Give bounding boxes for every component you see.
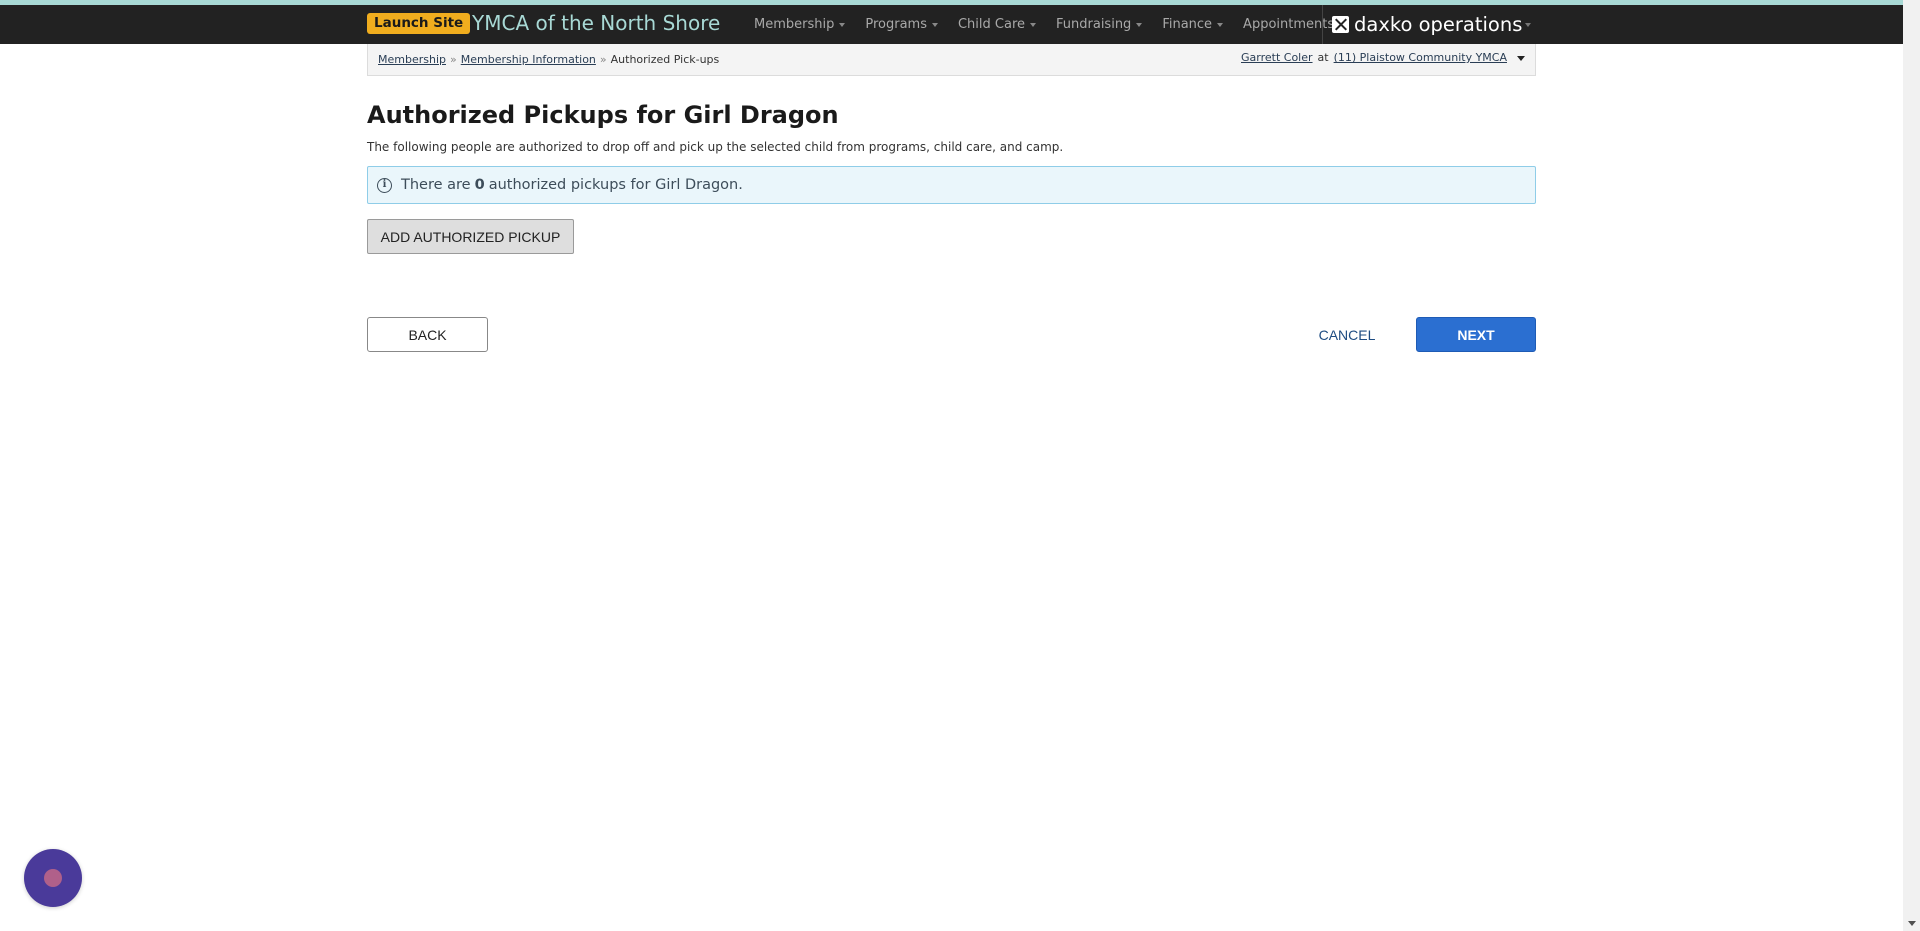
nav-item-programs[interactable]: Programs <box>865 5 938 44</box>
nav-item-label: Finance <box>1162 17 1213 32</box>
breadcrumb-membership-information[interactable]: Membership Information <box>461 53 596 66</box>
org-name[interactable]: YMCA of the North Shore <box>472 10 720 36</box>
daxko-brand-menu[interactable]: daxko operations <box>1322 5 1535 44</box>
nav-item-child-care[interactable]: Child Care <box>957 5 1037 44</box>
top-navbar: Launch Site YMCA of the North Shore Memb… <box>0 5 1903 44</box>
chevron-down-icon <box>1030 23 1037 27</box>
breadcrumb-bar: Membership» Membership Information» Author… <box>367 44 1536 76</box>
brand-label: daxko operations <box>1354 13 1523 36</box>
breadcrumb-separator: » <box>450 53 457 66</box>
nav-item-label: Child Care <box>957 17 1026 32</box>
nav-item-label: Appointments <box>1243 17 1335 32</box>
breadcrumb-separator: » <box>599 53 607 66</box>
breadcrumb: Membership» Membership Information» Author… <box>378 53 719 66</box>
scroll-down-arrow-icon[interactable] <box>1908 921 1916 926</box>
page-description: The following people are authorized to d… <box>367 140 1064 154</box>
chat-widget-button[interactable] <box>24 849 82 907</box>
info-suffix: authorized pickups for Girl Dragon. <box>488 177 743 193</box>
location-link[interactable]: (11) Plaistow Community YMCA <box>1334 51 1507 64</box>
info-alert: i There are 0 authorized pickups for Gir… <box>367 166 1536 204</box>
nav-item-membership[interactable]: Membership <box>754 5 846 44</box>
breadcrumb-membership[interactable]: Membership <box>378 53 446 66</box>
chevron-down-icon <box>1217 23 1224 27</box>
nav-item-label: Fundraising <box>1056 17 1132 32</box>
chevron-down-icon <box>931 23 938 27</box>
breadcrumb-current: Authorized Pick-ups <box>610 53 720 66</box>
user-link[interactable]: Garrett Coler <box>1241 51 1313 64</box>
daxko-logo-icon <box>1332 16 1349 33</box>
info-icon: i <box>377 177 392 193</box>
navbar-inner: Launch Site YMCA of the North Shore Memb… <box>367 5 1535 44</box>
chevron-down-icon <box>839 23 846 27</box>
page-title: Authorized Pickups for Girl Dragon <box>367 101 839 129</box>
chevron-down-icon <box>1136 23 1143 27</box>
location-dropdown-icon[interactable] <box>1517 55 1525 61</box>
chevron-down-icon <box>1525 23 1532 27</box>
nav-item-fundraising[interactable]: Fundraising <box>1056 5 1143 44</box>
launch-site-badge[interactable]: Launch Site <box>367 13 471 34</box>
info-prefix: There are <box>401 177 471 193</box>
user-location-bar: Garrett Coler at (11) Plaistow Community… <box>1241 51 1525 64</box>
nav-item-finance[interactable]: Finance <box>1162 5 1224 44</box>
back-button[interactable]: BACK <box>367 317 488 352</box>
next-button[interactable]: NEXT <box>1416 317 1536 352</box>
pickup-count: 0 <box>474 177 485 193</box>
nav-item-label: Programs <box>865 17 927 32</box>
nav-item-label: Membership <box>754 17 835 32</box>
add-authorized-pickup-button[interactable]: ADD AUTHORIZED PICKUP <box>367 219 574 254</box>
chat-icon <box>44 869 62 887</box>
cancel-button[interactable]: CANCEL <box>1306 317 1388 352</box>
user-at-label: at <box>1317 51 1329 64</box>
vertical-scrollbar[interactable] <box>1903 0 1920 931</box>
main-nav-menu: Membership Programs Child Care Fundraisi… <box>754 5 1365 44</box>
